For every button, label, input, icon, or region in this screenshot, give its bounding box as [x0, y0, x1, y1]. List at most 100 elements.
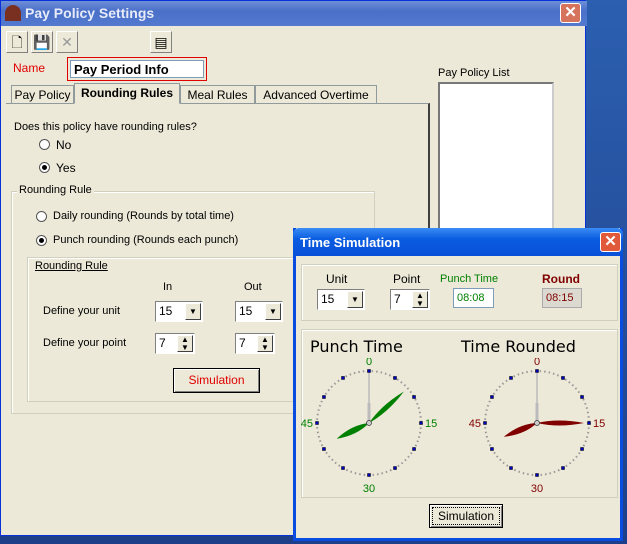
dialog-simulation-label: Simulation: [432, 507, 500, 525]
spinner-arrows-icon[interactable]: ▲ ▼: [257, 335, 273, 352]
name-field-frame: Pay Period Info: [67, 57, 207, 81]
rounded-clock-label-45: 45: [469, 418, 481, 430]
rounded-clock-tick: [561, 376, 565, 380]
rounded-clock-tick: [490, 447, 494, 451]
rounded-clock-tick: [587, 421, 591, 425]
punch-clock-tick: [322, 395, 326, 399]
round-field: 08:15: [542, 288, 582, 308]
punch-clock-tick: [393, 376, 397, 380]
punch-clock-tick: [341, 376, 345, 380]
rounded-clock-tick: [535, 369, 539, 373]
name-field[interactable]: Pay Period Info: [70, 60, 204, 78]
tab-pay-policy[interactable]: Pay Policy: [11, 85, 74, 104]
punch-clock-center-pin: [366, 420, 372, 426]
radio-no[interactable]: [39, 139, 50, 150]
pay-policy-list-label: Pay Policy List: [438, 67, 510, 79]
rounded-clock-tick: [580, 447, 584, 451]
col-in-label: In: [163, 281, 173, 293]
rounded-clock-tick: [535, 473, 539, 477]
col-out-label: Out: [244, 281, 262, 293]
tab-advanced-overtime[interactable]: Advanced Overtime: [255, 85, 377, 104]
radio-punch-rounding[interactable]: [36, 235, 47, 246]
pay-policy-list[interactable]: [438, 82, 554, 242]
rounded-clock-title: Time Rounded: [461, 337, 576, 356]
chevron-down-icon[interactable]: ▼: [347, 291, 363, 308]
dialog-simulation-button[interactable]: Simulation: [429, 504, 503, 528]
time-simulation-dialog: Time Simulation ✕ Unit 15 ▼ Point 7 ▲ ▼ Pun…: [293, 228, 623, 541]
simulation-button[interactable]: Simulation: [173, 368, 260, 393]
unit-out-combo[interactable]: 15 ▼: [235, 301, 283, 322]
radio-daily-rounding[interactable]: [36, 211, 47, 222]
point-out-spinner[interactable]: 7 ▲ ▼: [235, 333, 275, 354]
punch-clock-hour-hand: [336, 423, 369, 439]
punch-clock-tick: [393, 466, 397, 470]
rounded-clock-tick: [509, 376, 513, 380]
rounding-rule-group-title: Rounding Rule: [17, 184, 94, 196]
rounded-clock-label-15: 15: [593, 418, 605, 430]
point-in-value: 7: [159, 336, 166, 350]
dialog-title: Time Simulation: [300, 235, 401, 250]
point-in-spinner[interactable]: 7 ▲ ▼: [155, 333, 195, 354]
rounded-clock-tick: [490, 395, 494, 399]
rounded-clock-minute-hand: [537, 420, 584, 426]
punch-clock-tick: [419, 421, 423, 425]
unit-label: Define your unit: [43, 305, 121, 317]
punch-clock-tick: [367, 473, 371, 477]
rounded-clock-hour-hand: [503, 423, 537, 437]
punch-clock-tick: [412, 447, 416, 451]
unit-out-value: 15: [239, 304, 253, 318]
rounded-clock-tick: [509, 466, 513, 470]
radio-daily-label: Daily rounding (Rounds by total time): [53, 210, 234, 222]
punch-clock-label-45: 45: [301, 418, 313, 430]
dialog-unit-combo[interactable]: 15 ▼: [317, 289, 365, 310]
rounded-clock-tick: [483, 421, 487, 425]
rounded-clock-center-pin: [534, 420, 540, 426]
point-out-value: 7: [239, 336, 246, 350]
rounding-question: Does this policy have rounding rules?: [14, 121, 197, 133]
radio-yes-label: Yes: [56, 161, 76, 175]
punch-clock-title: Punch Time: [310, 337, 403, 356]
delete-icon[interactable]: ✕: [56, 31, 78, 53]
punch-clock-minute-hand: [369, 391, 404, 423]
unit-in-value: 15: [159, 304, 173, 318]
spinner-arrows-icon[interactable]: ▲ ▼: [177, 335, 193, 352]
save-icon[interactable]: 💾: [31, 31, 53, 53]
rounded-clock-tick: [561, 466, 565, 470]
rounded-clock-label-0: 0: [534, 358, 540, 368]
inner-rounding-title: Rounding Rule: [35, 260, 108, 272]
radio-no-label: No: [56, 138, 72, 152]
punch-clock-tick: [412, 395, 416, 399]
spinner-arrows-icon[interactable]: ▲ ▼: [412, 291, 428, 308]
radio-punch-label: Punch rounding (Rounds each punch): [53, 234, 239, 246]
dialog-title-bar: Time Simulation: [293, 228, 623, 256]
tab-meal-rules[interactable]: Meal Rules: [180, 85, 255, 104]
title-bar: Pay Policy Settings: [1, 1, 587, 26]
dialog-unit-label: Unit: [326, 272, 348, 286]
unit-in-combo[interactable]: 15 ▼: [155, 301, 203, 322]
dialog-point-spinner[interactable]: 7 ▲ ▼: [390, 289, 430, 310]
dialog-point-label: Point: [393, 272, 421, 286]
name-label: Name: [13, 61, 46, 75]
punch-clock-tick: [315, 421, 319, 425]
tab-rounding-rules[interactable]: Rounding Rules: [74, 83, 180, 104]
close-button[interactable]: ✕: [560, 3, 581, 23]
chevron-down-icon[interactable]: ▼: [185, 303, 201, 320]
round-label: Round: [542, 272, 580, 286]
chevron-down-icon[interactable]: ▼: [265, 303, 281, 320]
new-document-icon[interactable]: 🗋: [6, 31, 28, 53]
report-icon[interactable]: ▤: [150, 31, 172, 53]
punch-time-field[interactable]: 08:08: [453, 288, 494, 308]
radio-yes[interactable]: [39, 162, 50, 173]
rounded-clock-tick: [580, 395, 584, 399]
punch-clock-tick: [322, 447, 326, 451]
dialog-close-button[interactable]: ✕: [600, 232, 621, 252]
punch-time-label: Punch Time: [440, 273, 499, 285]
window-title: Pay Policy Settings: [25, 5, 155, 21]
punch-clock-tick: [341, 466, 345, 470]
rounded-clock-label-30: 30: [531, 483, 543, 495]
dialog-point-value: 7: [394, 292, 401, 306]
clocks-svg: 0 15 30 45 0 15 30 45: [301, 358, 606, 495]
punch-clock-label-30: 30: [363, 483, 375, 495]
point-label: Define your point: [43, 337, 127, 349]
punch-clock-label-0: 0: [366, 358, 372, 368]
